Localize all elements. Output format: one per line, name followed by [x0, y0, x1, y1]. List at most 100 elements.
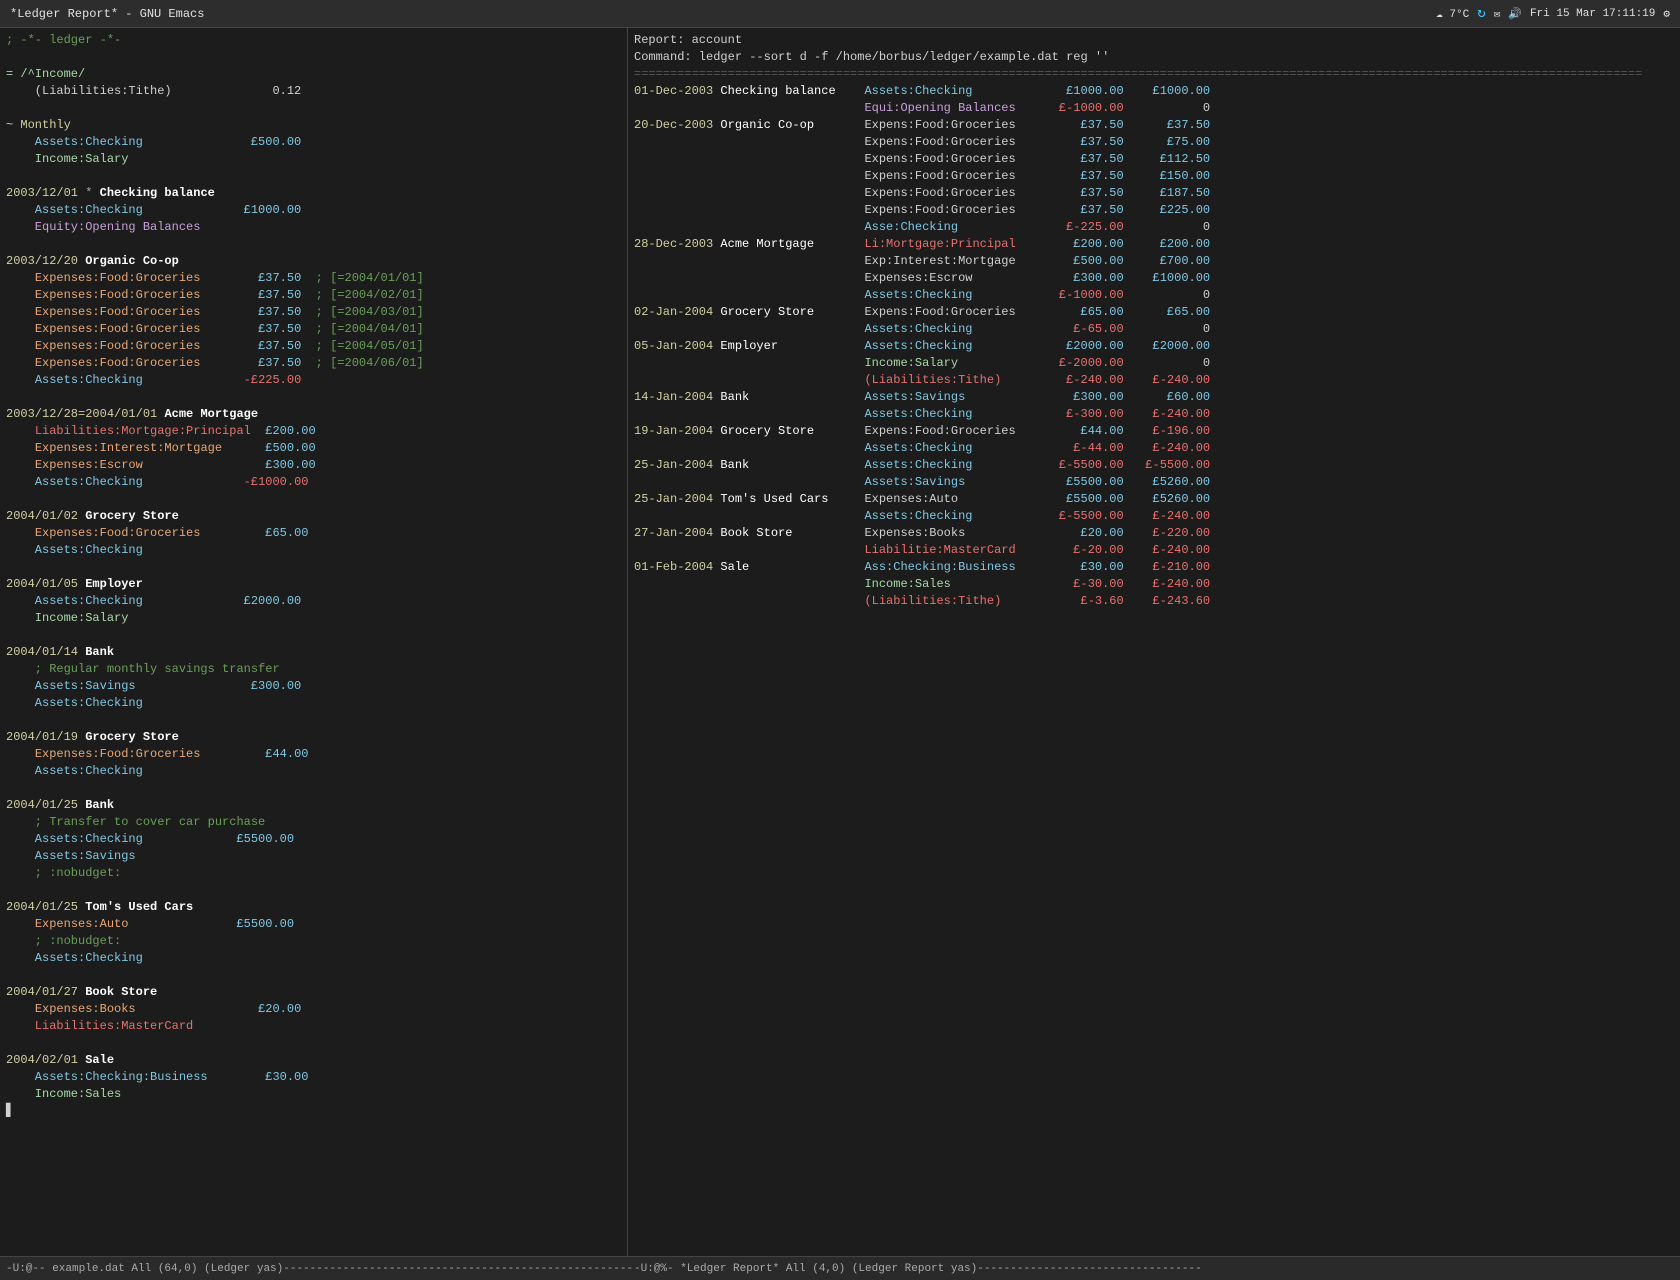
left-pane[interactable]: ; -*- ledger -*- = /^Income/ (Liabilitie…	[0, 28, 628, 1256]
left-line-11: Equity:Opening Balances	[6, 219, 621, 236]
left-line-58: Liabilities:MasterCard	[6, 1018, 621, 1035]
left-line-7: Income:Salary	[6, 151, 621, 168]
left-line-63: ▋	[6, 1103, 621, 1120]
right-line: Command: ledger --sort d -f /home/borbus…	[634, 49, 1674, 66]
left-line-8	[6, 168, 621, 185]
left-line-16: Expenses:Food:Groceries £37.50 ; [=2004/…	[6, 304, 621, 321]
left-line-42: Expenses:Food:Groceries £44.00	[6, 746, 621, 763]
report-row-4: Expens:Food:Groceries £37.50 £112.50	[634, 151, 1674, 168]
left-line-1	[6, 49, 621, 66]
left-line-31	[6, 559, 621, 576]
left-line-4	[6, 100, 621, 117]
report-row-5: Expens:Food:Groceries £37.50 £150.00	[634, 168, 1674, 185]
left-line-60: 2004/02/01 Sale	[6, 1052, 621, 1069]
left-line-53: ; :nobudget:	[6, 933, 621, 950]
left-line-2: = /^Income/	[6, 66, 621, 83]
settings-icon[interactable]: ⚙	[1663, 7, 1670, 21]
mail-icon[interactable]: ✉	[1494, 7, 1501, 21]
left-line-52: Expenses:Auto £5500.00	[6, 916, 621, 933]
left-line-35	[6, 627, 621, 644]
refresh-icon[interactable]: ↻	[1477, 5, 1485, 22]
left-line-39: Assets:Checking	[6, 695, 621, 712]
left-line-6: Assets:Checking £500.00	[6, 134, 621, 151]
report-row-26: 27-Jan-2004 Book Store Expenses:Books £2…	[634, 525, 1674, 542]
report-row-30: (Liabilities:Tithe) £-3.60 £-243.60	[634, 593, 1674, 610]
left-line-50	[6, 882, 621, 899]
left-line-21	[6, 389, 621, 406]
left-line-48: Assets:Savings	[6, 848, 621, 865]
weather-icon: ☁ 7°C	[1436, 7, 1469, 21]
left-line-43: Assets:Checking	[6, 763, 621, 780]
report-row-29: Income:Sales £-30.00 £-240.00	[634, 576, 1674, 593]
datetime: Fri 15 Mar 17:11:19	[1530, 8, 1655, 20]
report-row-28: 01-Feb-2004 Sale Ass:Checking:Business £…	[634, 559, 1674, 576]
left-line-19: Expenses:Food:Groceries £37.50 ; [=2004/…	[6, 355, 621, 372]
title-text: *Ledger Report* - GNU Emacs	[10, 7, 204, 21]
report-row-1: Equi:Opening Balances £-1000.00 0	[634, 100, 1674, 117]
left-line-47: Assets:Checking £5500.00	[6, 831, 621, 848]
report-row-8: Asse:Checking £-225.00 0	[634, 219, 1674, 236]
status-right: -U:@%- *Ledger Report* All (4,0) (Ledger…	[634, 1263, 1674, 1275]
left-line-28: 2004/01/02 Grocery Store	[6, 508, 621, 525]
left-line-0: ; -*- ledger -*-	[6, 32, 621, 49]
report-row-20: 19-Jan-2004 Grocery Store Expens:Food:Gr…	[634, 423, 1674, 440]
report-row-27: Liabilitie:MasterCard £-20.00 £-240.00	[634, 542, 1674, 559]
left-line-36: 2004/01/14 Bank	[6, 644, 621, 661]
report-row-16: Income:Salary £-2000.00 0	[634, 355, 1674, 372]
left-line-18: Expenses:Food:Groceries £37.50 ; [=2004/…	[6, 338, 621, 355]
left-line-24: Expenses:Interest:Mortgage £500.00	[6, 440, 621, 457]
left-line-51: 2004/01/25 Tom's Used Cars	[6, 899, 621, 916]
left-line-14: Expenses:Food:Groceries £37.50 ; [=2004/…	[6, 270, 621, 287]
left-line-46: ; Transfer to cover car purchase	[6, 814, 621, 831]
left-line-34: Income:Salary	[6, 610, 621, 627]
left-line-33: Assets:Checking £2000.00	[6, 593, 621, 610]
left-line-32: 2004/01/05 Employer	[6, 576, 621, 593]
report-row-25: Assets:Checking £-5500.00 £-240.00	[634, 508, 1674, 525]
left-line-23: Liabilities:Mortgage:Principal £200.00	[6, 423, 621, 440]
report-row-23: Assets:Savings £5500.00 £5260.00	[634, 474, 1674, 491]
report-row-12: Assets:Checking £-1000.00 0	[634, 287, 1674, 304]
report-row-7: Expens:Food:Groceries £37.50 £225.00	[634, 202, 1674, 219]
audio-icon: 🔊	[1508, 7, 1522, 21]
report-row-15: 05-Jan-2004 Employer Assets:Checking £20…	[634, 338, 1674, 355]
report-row-2: 20-Dec-2003 Organic Co-op Expens:Food:Gr…	[634, 117, 1674, 134]
right-line: ========================================…	[634, 66, 1674, 83]
left-line-56: 2004/01/27 Book Store	[6, 984, 621, 1001]
left-line-20: Assets:Checking -£225.00	[6, 372, 621, 389]
left-line-5: ~ Monthly	[6, 117, 621, 134]
left-line-41: 2004/01/19 Grocery Store	[6, 729, 621, 746]
left-line-54: Assets:Checking	[6, 950, 621, 967]
left-line-55	[6, 967, 621, 984]
left-line-45: 2004/01/25 Bank	[6, 797, 621, 814]
report-row-6: Expens:Food:Groceries £37.50 £187.50	[634, 185, 1674, 202]
left-line-17: Expenses:Food:Groceries £37.50 ; [=2004/…	[6, 321, 621, 338]
left-line-62: Income:Sales	[6, 1086, 621, 1103]
report-row-24: 25-Jan-2004 Tom's Used Cars Expenses:Aut…	[634, 491, 1674, 508]
report-row-9: 28-Dec-2003 Acme Mortgage Li:Mortgage:Pr…	[634, 236, 1674, 253]
report-row-3: Expens:Food:Groceries £37.50 £75.00	[634, 134, 1674, 151]
left-line-29: Expenses:Food:Groceries £65.00	[6, 525, 621, 542]
left-line-61: Assets:Checking:Business £30.00	[6, 1069, 621, 1086]
report-row-18: 14-Jan-2004 Bank Assets:Savings £300.00 …	[634, 389, 1674, 406]
left-line-13: 2003/12/20 Organic Co-op	[6, 253, 621, 270]
status-bar: -U:@-- example.dat All (64,0) (Ledger ya…	[0, 1256, 1680, 1280]
left-line-22: 2003/12/28=2004/01/01 Acme Mortgage	[6, 406, 621, 423]
left-line-15: Expenses:Food:Groceries £37.50 ; [=2004/…	[6, 287, 621, 304]
left-line-25: Expenses:Escrow £300.00	[6, 457, 621, 474]
report-row-22: 25-Jan-2004 Bank Assets:Checking £-5500.…	[634, 457, 1674, 474]
left-line-38: Assets:Savings £300.00	[6, 678, 621, 695]
report-row-17: (Liabilities:Tithe) £-240.00 £-240.00	[634, 372, 1674, 389]
title-bar: *Ledger Report* - GNU Emacs ☁ 7°C ↻ ✉ 🔊 …	[0, 0, 1680, 28]
report-row-21: Assets:Checking £-44.00 £-240.00	[634, 440, 1674, 457]
report-row-14: Assets:Checking £-65.00 0	[634, 321, 1674, 338]
left-line-30: Assets:Checking	[6, 542, 621, 559]
report-row-0: 01-Dec-2003 Checking balance Assets:Chec…	[634, 83, 1674, 100]
left-line-49: ; :nobudget:	[6, 865, 621, 882]
left-line-10: Assets:Checking £1000.00	[6, 202, 621, 219]
right-pane[interactable]: Report: accountCommand: ledger --sort d …	[628, 28, 1680, 1256]
left-line-12	[6, 236, 621, 253]
report-row-11: Expenses:Escrow £300.00 £1000.00	[634, 270, 1674, 287]
left-line-44	[6, 780, 621, 797]
left-line-27	[6, 491, 621, 508]
status-left: -U:@-- example.dat All (64,0) (Ledger ya…	[6, 1263, 634, 1275]
